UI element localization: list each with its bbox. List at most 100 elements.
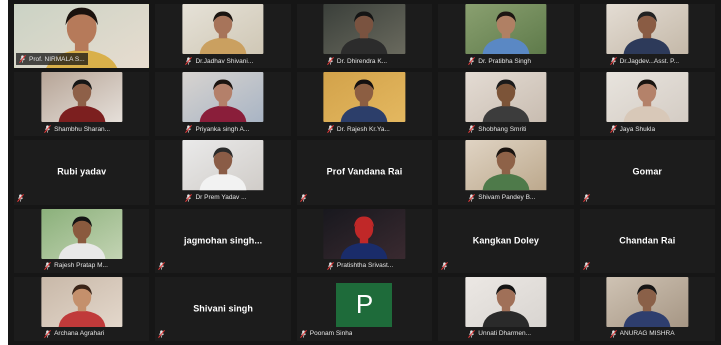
participant-name-bar <box>580 192 596 204</box>
participant-tile[interactable]: Pratishtha Srivast... <box>296 208 433 273</box>
muted-microphone-icon <box>582 193 590 202</box>
participant-tile[interactable]: Archana Agrahari <box>14 276 150 341</box>
participant-name-bar: Dr Prem Yadav ... <box>182 192 249 204</box>
participant-tile[interactable]: jagmohan singh... <box>155 208 291 273</box>
muted-microphone-icon <box>326 261 334 270</box>
participant-tile[interactable]: Dr. Pratibha Singh <box>438 4 574 69</box>
participant-tile[interactable]: Jaya Shukla <box>579 72 715 137</box>
participant-tile[interactable]: Shivani singh <box>155 276 291 341</box>
participant-tile[interactable]: Gomar <box>579 140 715 205</box>
participant-name-bar: Prof. NIRMALA S... <box>16 53 88 66</box>
participant-center-name: Gomar <box>632 166 663 177</box>
muted-microphone-icon <box>609 125 617 134</box>
participant-video-feed <box>41 208 123 259</box>
video-frame <box>41 208 123 259</box>
participant-name-label: Priyanka singh A... <box>195 125 250 133</box>
participant-name-bar <box>580 260 596 272</box>
participant-tile[interactable]: Chandan Rai <box>579 208 715 273</box>
muted-microphone-icon <box>609 57 617 66</box>
participant-name-label: Shobhang Smriti <box>478 125 527 133</box>
participant-name-bar <box>14 192 30 204</box>
muted-microphone-icon <box>609 329 617 338</box>
participant-video-feed <box>323 72 406 123</box>
participant-tile[interactable]: Dr.Jadhav Shivani... <box>155 4 291 69</box>
muted-microphone-icon <box>441 261 449 270</box>
participant-name-label: Jaya Shukla <box>619 125 656 133</box>
muted-microphone-icon <box>17 193 24 202</box>
participant-center-name: jagmohan singh... <box>183 235 263 246</box>
participant-name-label: Rajesh Pratap M... <box>54 262 108 270</box>
video-frame <box>323 208 406 259</box>
participant-name-bar: Jaya Shukla <box>607 123 658 135</box>
participant-name-label: Poonam Sinha <box>309 330 353 338</box>
participant-video-feed <box>41 276 123 327</box>
participant-video-feed <box>465 4 547 55</box>
participant-tile[interactable]: Prof. NIRMALA S... <box>14 4 150 69</box>
muted-microphone-icon <box>185 193 193 202</box>
participant-gallery-grid: Prof. NIRMALA S... Dr.Jadhav Shivani... Dr… <box>8 0 721 345</box>
participant-name-bar <box>438 260 454 272</box>
participant-name-label: ANURAG MISHRA <box>619 330 675 338</box>
participant-tile[interactable]: ANURAG MISHRA <box>579 276 715 341</box>
participant-name-label: Unnati Dharmen... <box>478 330 532 338</box>
muted-microphone-icon <box>19 55 26 64</box>
participant-name-bar: Dr.Jadhav Shivani... <box>182 55 256 67</box>
participant-name-bar: Dr. Pratibha Singh <box>465 55 534 67</box>
participant-name-bar: ANURAG MISHRA <box>607 328 678 340</box>
participant-video-feed <box>465 140 547 191</box>
participant-tile[interactable]: Rubi yadav <box>14 140 150 205</box>
participant-name-bar: Pratishtha Srivast... <box>324 260 396 272</box>
participant-video-feed <box>465 276 547 327</box>
muted-microphone-icon <box>468 329 476 338</box>
muted-microphone-icon <box>299 193 307 202</box>
video-frame <box>41 276 123 327</box>
participant-center-name: Rubi yadav <box>57 166 107 177</box>
participant-tile[interactable]: Dr.Jagdev...Asst. P... <box>579 4 715 69</box>
participant-tile[interactable]: P Poonam Sinha <box>296 276 433 341</box>
video-frame <box>465 4 547 55</box>
participant-name-label: Dr Prem Yadav ... <box>195 194 247 202</box>
participant-name-label: Pratishtha Srivast... <box>336 262 394 270</box>
participant-name-bar: Shivam Pandey B... <box>465 192 538 204</box>
muted-microphone-icon <box>299 329 307 338</box>
participant-name-bar: Poonam Sinha <box>297 328 356 340</box>
participant-video-feed <box>41 72 123 123</box>
muted-microphone-icon <box>326 57 334 66</box>
participant-tile[interactable]: Shobhang Smriti <box>438 72 574 137</box>
participant-name-bar: Dr. Dhirendra K... <box>324 55 390 67</box>
video-frame <box>465 72 547 123</box>
participant-tile[interactable]: Kangkan Doley <box>438 208 574 273</box>
muted-microphone-icon <box>582 261 590 270</box>
participant-video-feed <box>465 72 547 123</box>
participant-center-name: Chandan Rai <box>619 235 676 246</box>
participant-tile[interactable]: Dr Prem Yadav ... <box>155 140 291 205</box>
participant-name-label: Dr.Jadhav Shivani... <box>195 57 254 65</box>
participant-tile[interactable]: Shambhu Sharan... <box>14 72 150 137</box>
participant-name-label: Dr. Dhirendra K... <box>336 57 388 65</box>
participant-video-feed <box>606 276 688 327</box>
participant-name-label: Prof. NIRMALA S... <box>29 55 85 63</box>
participant-tile[interactable]: Rajesh Pratap M... <box>14 208 150 273</box>
participant-name-label: Shivam Pandey B... <box>478 194 536 202</box>
participant-name-bar <box>155 328 171 340</box>
participant-name-bar <box>297 192 313 204</box>
participant-tile[interactable]: Dr. Rajesh Kr.Ya... <box>296 72 433 137</box>
participant-video-feed <box>182 4 264 55</box>
video-frame <box>606 72 688 123</box>
participant-tile[interactable]: Prof Vandana Rai <box>296 140 433 205</box>
participant-name-bar: Unnati Dharmen... <box>465 328 534 340</box>
participant-name-bar: Priyanka singh A... <box>182 123 252 135</box>
participant-tile[interactable]: Unnati Dharmen... <box>438 276 574 341</box>
participant-name-bar: Archana Agrahari <box>41 328 107 340</box>
muted-microphone-icon <box>468 125 476 134</box>
participant-center-name: Prof Vandana Rai <box>326 166 403 177</box>
muted-microphone-icon <box>185 125 193 134</box>
participant-tile[interactable]: Priyanka singh A... <box>155 72 291 137</box>
muted-microphone-icon <box>158 261 166 270</box>
muted-microphone-icon <box>44 261 51 270</box>
video-frame <box>323 72 406 123</box>
participant-name-label: Dr. Pratibha Singh <box>478 57 532 65</box>
participant-tile[interactable]: Dr. Dhirendra K... <box>296 4 433 69</box>
participant-tile[interactable]: Shivam Pandey B... <box>438 140 574 205</box>
participant-name-bar <box>155 260 171 272</box>
